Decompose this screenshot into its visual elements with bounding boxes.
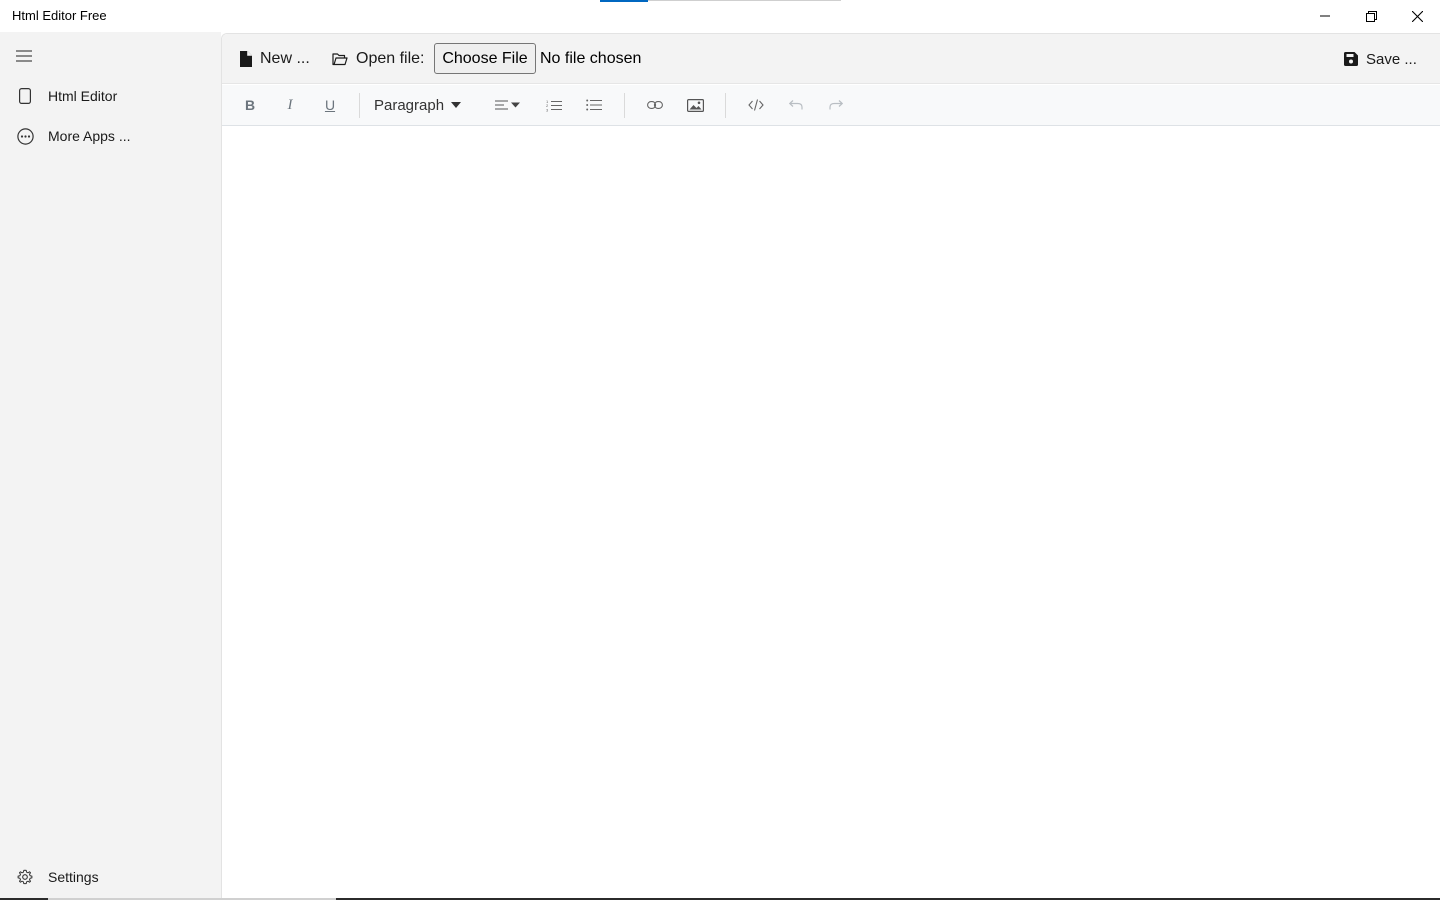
- italic-button[interactable]: I: [274, 90, 306, 120]
- gear-icon: [16, 868, 34, 886]
- bullet-list-button[interactable]: [578, 90, 610, 120]
- toolbar-divider: [725, 93, 726, 118]
- loading-track: [648, 0, 841, 1]
- ordered-list-button[interactable]: 123: [538, 90, 570, 120]
- folder-open-icon: [332, 52, 348, 65]
- sidebar-item-label: Html Editor: [48, 88, 118, 104]
- undo-icon: [789, 100, 803, 110]
- insert-image-button[interactable]: [679, 90, 711, 120]
- page-icon: [16, 87, 34, 105]
- link-icon: [647, 101, 663, 109]
- close-icon: [1411, 10, 1423, 22]
- minimize-button[interactable]: [1302, 0, 1348, 32]
- file-toolbar: New ... Open file: Choose File No file c…: [222, 34, 1440, 84]
- close-button[interactable]: [1394, 0, 1440, 32]
- svg-text:3: 3: [546, 107, 549, 112]
- new-label: New ...: [260, 50, 310, 67]
- save-icon: [1344, 52, 1358, 66]
- underline-button[interactable]: U: [314, 90, 346, 120]
- caret-down-icon: [451, 102, 462, 108]
- sidebar-item-html-editor[interactable]: Html Editor: [0, 78, 221, 114]
- bold-button[interactable]: B: [234, 90, 266, 120]
- minimize-icon: [1320, 15, 1330, 17]
- image-icon: [686, 98, 704, 112]
- maximize-button[interactable]: [1348, 0, 1394, 32]
- undo-button[interactable]: [780, 90, 812, 120]
- source-code-button[interactable]: [740, 90, 772, 120]
- hamburger-icon: [16, 50, 32, 62]
- format-toolbar: B I U Paragraph 123: [222, 85, 1440, 126]
- open-file-text: Open file:: [356, 50, 425, 67]
- sidebar-item-more-apps[interactable]: More Apps ...: [0, 118, 221, 154]
- sidebar-item-settings[interactable]: Settings: [0, 859, 221, 895]
- ordered-list-icon: 123: [546, 99, 562, 112]
- toolbar-divider: [359, 93, 360, 118]
- main-content: New ... Open file: Choose File No file c…: [221, 33, 1440, 900]
- title-bar: Html Editor Free: [0, 0, 1440, 32]
- sidebar: Html Editor More Apps ... Settings: [0, 32, 221, 900]
- open-file-label: Open file:: [332, 34, 424, 84]
- choose-file-button[interactable]: Choose File: [434, 43, 536, 74]
- more-circle-icon: [16, 127, 34, 145]
- editor-content-area[interactable]: [222, 126, 1440, 897]
- new-file-icon: [240, 51, 252, 67]
- menu-toggle-button[interactable]: [8, 42, 40, 70]
- block-format-value: Paragraph: [374, 96, 445, 114]
- insert-link-button[interactable]: [639, 90, 671, 120]
- restore-icon: [1365, 10, 1377, 22]
- align-icon: [495, 100, 520, 110]
- save-label: Save ...: [1366, 50, 1417, 68]
- redo-button[interactable]: [820, 90, 852, 120]
- toolbar-divider: [624, 93, 625, 118]
- new-button[interactable]: New ...: [240, 34, 310, 84]
- file-status-text: No file chosen: [540, 50, 642, 67]
- align-dropdown[interactable]: [492, 90, 526, 120]
- sidebar-item-label: Settings: [48, 869, 99, 885]
- bullet-list-icon: [586, 99, 602, 111]
- code-icon: [748, 99, 764, 111]
- sidebar-item-label: More Apps ...: [48, 128, 131, 144]
- redo-icon: [829, 100, 843, 110]
- save-button[interactable]: Save ...: [1344, 34, 1417, 84]
- app-title: Html Editor Free: [12, 8, 107, 23]
- block-format-dropdown[interactable]: Paragraph: [374, 90, 462, 120]
- loading-indicator: [600, 0, 648, 2]
